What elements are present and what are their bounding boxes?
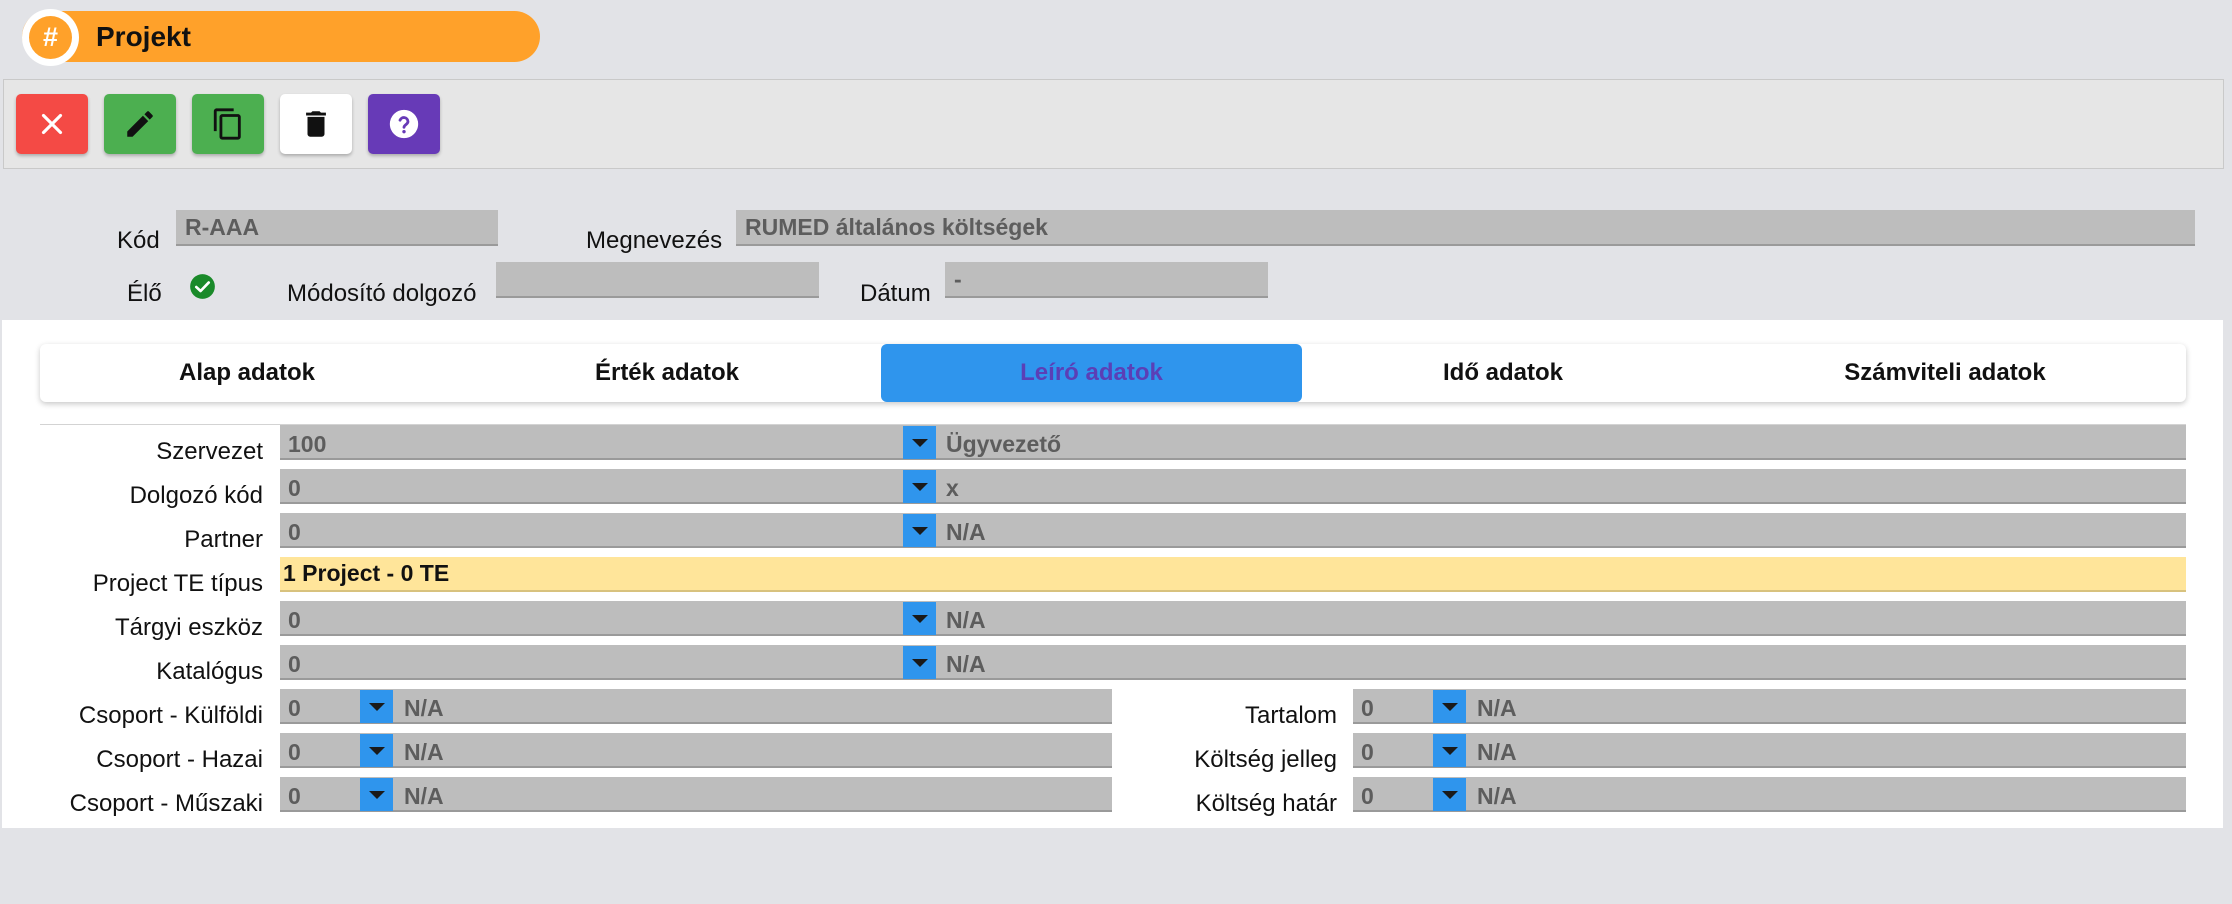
targyi-eszkoz-label: Tárgyi eszköz: [114, 614, 263, 641]
chevron-down-icon: [911, 658, 928, 667]
targyi-eszkoz-code[interactable]: 0: [288, 604, 888, 637]
modosito-field[interactable]: [496, 262, 819, 298]
dolgozo-kod-dropdown-button[interactable]: [903, 470, 936, 503]
chevron-down-icon: [1441, 746, 1458, 755]
csoport-kulfoldi-label: Csoport - Külföldi: [78, 702, 263, 729]
targyi-eszkoz-name: N/A: [946, 607, 986, 633]
chevron-down-icon: [911, 526, 928, 535]
edit-button[interactable]: [104, 94, 176, 154]
koltseg-jelleg-name: N/A: [1477, 739, 1517, 765]
koltseg-hatar-label: Költség határ: [1195, 790, 1337, 817]
hash-icon: #: [29, 16, 72, 59]
chevron-down-icon: [1441, 702, 1458, 711]
chevron-down-icon: [911, 438, 928, 447]
koltseg-jelleg-dropdown-button[interactable]: [1433, 734, 1466, 767]
tartalom-name: N/A: [1477, 695, 1517, 721]
close-icon: [41, 113, 63, 135]
trash-icon: [306, 111, 326, 137]
targyi-eszkoz-dropdown-button[interactable]: [903, 602, 936, 635]
kod-field[interactable]: R-AAA: [176, 210, 498, 246]
szervezet-code[interactable]: 100: [288, 428, 888, 461]
chevron-down-icon: [368, 790, 385, 799]
tartalom-code[interactable]: 0: [1361, 692, 1431, 725]
chevron-down-icon: [368, 746, 385, 755]
csoport-hazai-dropdown-button[interactable]: [360, 734, 393, 767]
tartalom-dropdown-button[interactable]: [1433, 690, 1466, 723]
help-icon: [389, 109, 419, 139]
delete-button[interactable]: [280, 94, 352, 154]
csoport-kulfoldi-code[interactable]: 0: [288, 692, 358, 725]
check-circle-icon: [189, 273, 216, 300]
dolgozo-kod-label: Dolgozó kód: [129, 482, 263, 509]
tab-alap-adatok[interactable]: Alap adatok: [40, 344, 454, 402]
copy-icon: [213, 108, 241, 140]
tab-ertek-adatok[interactable]: Érték adatok: [460, 344, 874, 402]
katalogus-dropdown-button[interactable]: [903, 646, 936, 679]
szervezet-name: Ügyvezető: [946, 431, 1062, 457]
tab-leiro-adatok[interactable]: Leíró adatok: [881, 344, 1302, 402]
modosito-label: Módosító dolgozó: [287, 280, 477, 307]
help-button[interactable]: [368, 94, 440, 154]
partner-name: N/A: [946, 519, 986, 545]
title-badge: #: [22, 9, 79, 66]
dolgozo-kod-name: x: [946, 475, 959, 501]
csoport-muszaki-code[interactable]: 0: [288, 780, 358, 813]
katalogus-code[interactable]: 0: [288, 648, 888, 681]
megnevezes-field[interactable]: RUMED általános költségek: [736, 210, 2195, 246]
csoport-muszaki-label: Csoport - Műszaki: [69, 790, 263, 817]
tartalom-label: Tartalom: [1244, 702, 1337, 729]
pencil-icon: [127, 111, 153, 137]
close-button[interactable]: [16, 94, 88, 154]
chevron-down-icon: [911, 614, 928, 623]
csoport-kulfoldi-name: N/A: [404, 695, 444, 721]
project-te-tipus-field[interactable]: 1 Project - 0 TE: [280, 557, 2186, 592]
csoport-hazai-code[interactable]: 0: [288, 736, 358, 769]
chevron-down-icon: [911, 482, 928, 491]
koltseg-jelleg-code[interactable]: 0: [1361, 736, 1431, 769]
koltseg-hatar-dropdown-button[interactable]: [1433, 778, 1466, 811]
dolgozo-kod-code[interactable]: 0: [288, 472, 888, 505]
datum-field[interactable]: -: [945, 262, 1268, 298]
tab-szamviteli-adatok[interactable]: Számviteli adatok: [1704, 344, 2186, 402]
koltseg-hatar-code[interactable]: 0: [1361, 780, 1431, 813]
tab-ido-adatok[interactable]: Idő adatok: [1302, 344, 1704, 402]
kod-label: Kód: [117, 227, 160, 254]
csoport-hazai-label: Csoport - Hazai: [96, 746, 263, 773]
chevron-down-icon: [1441, 790, 1458, 799]
chevron-down-icon: [368, 702, 385, 711]
koltseg-hatar-name: N/A: [1477, 783, 1517, 809]
partner-code[interactable]: 0: [288, 516, 888, 549]
katalogus-name: N/A: [946, 651, 986, 677]
szervezet-dropdown-button[interactable]: [903, 426, 936, 459]
copy-button[interactable]: [192, 94, 264, 154]
elo-label: Élő: [127, 280, 162, 307]
csoport-muszaki-dropdown-button[interactable]: [360, 778, 393, 811]
csoport-hazai-name: N/A: [404, 739, 444, 765]
partner-label: Partner: [184, 526, 263, 553]
csoport-muszaki-name: N/A: [404, 783, 444, 809]
csoport-kulfoldi-dropdown-button[interactable]: [360, 690, 393, 723]
project-te-tipus-label: Project TE típus: [92, 570, 263, 597]
szervezet-label: Szervezet: [156, 438, 263, 465]
partner-dropdown-button[interactable]: [903, 514, 936, 547]
page-title: Projekt: [96, 21, 191, 52]
datum-label: Dátum: [860, 280, 931, 307]
megnevezes-label: Megnevezés: [586, 227, 723, 254]
katalogus-label: Katalógus: [156, 658, 263, 685]
koltseg-jelleg-label: Költség jelleg: [1194, 746, 1337, 773]
